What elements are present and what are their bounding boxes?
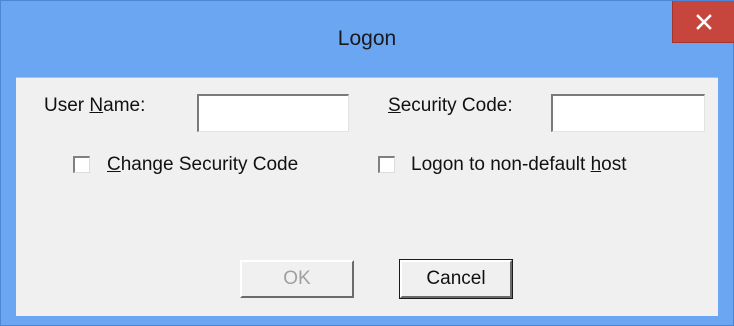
user-name-label: User Name: bbox=[44, 95, 146, 116]
non-default-host-label[interactable]: Logon to non-default host bbox=[411, 154, 627, 176]
security-code-label: Security Code: bbox=[388, 95, 513, 116]
logon-dialog: Logon User Name: Security Code: Change S… bbox=[0, 0, 734, 326]
window-title: Logon bbox=[337, 27, 397, 50]
user-name-input[interactable] bbox=[197, 94, 349, 132]
title-bar[interactable]: Logon bbox=[1, 1, 734, 77]
close-button[interactable] bbox=[672, 1, 734, 43]
change-security-code-label[interactable]: Change Security Code bbox=[107, 154, 298, 176]
dialog-client-area: User Name: Security Code: Change Securit… bbox=[16, 77, 718, 316]
ok-button[interactable]: OK bbox=[240, 260, 354, 298]
non-default-host-checkbox[interactable] bbox=[378, 156, 395, 173]
change-security-code-checkbox[interactable] bbox=[73, 156, 90, 173]
cancel-button[interactable]: Cancel bbox=[399, 259, 513, 299]
close-icon bbox=[695, 13, 712, 30]
security-code-input[interactable] bbox=[551, 94, 705, 132]
